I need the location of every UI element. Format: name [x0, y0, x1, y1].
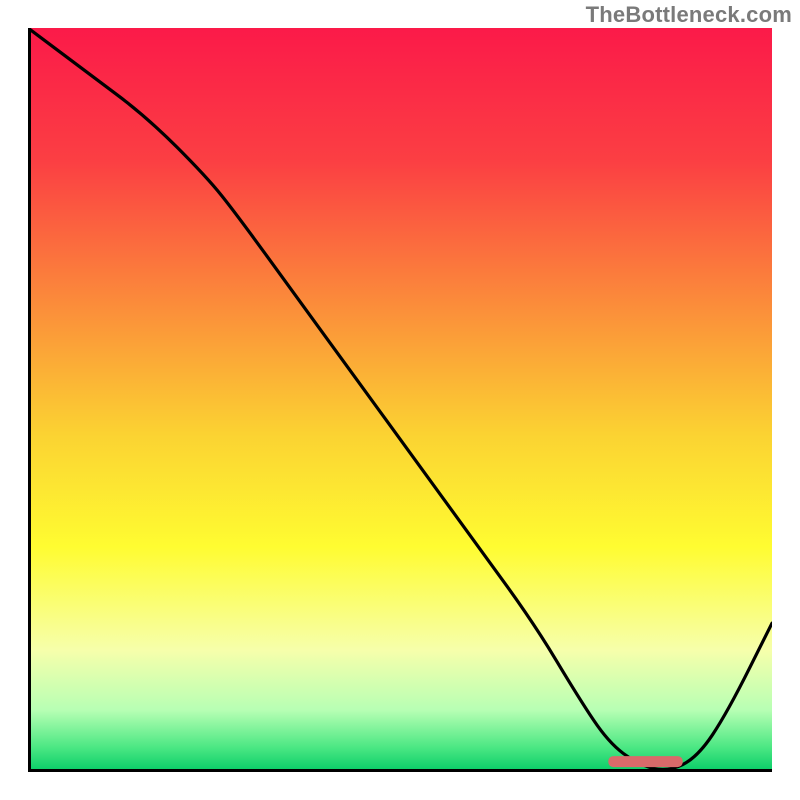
- plot-background: [31, 28, 772, 769]
- chart-stage: TheBottleneck.com: [0, 0, 800, 800]
- plot-frame: [28, 28, 772, 772]
- plot-svg: [28, 28, 772, 772]
- optimal-range-marker: [608, 756, 682, 767]
- watermark-text: TheBottleneck.com: [586, 2, 792, 28]
